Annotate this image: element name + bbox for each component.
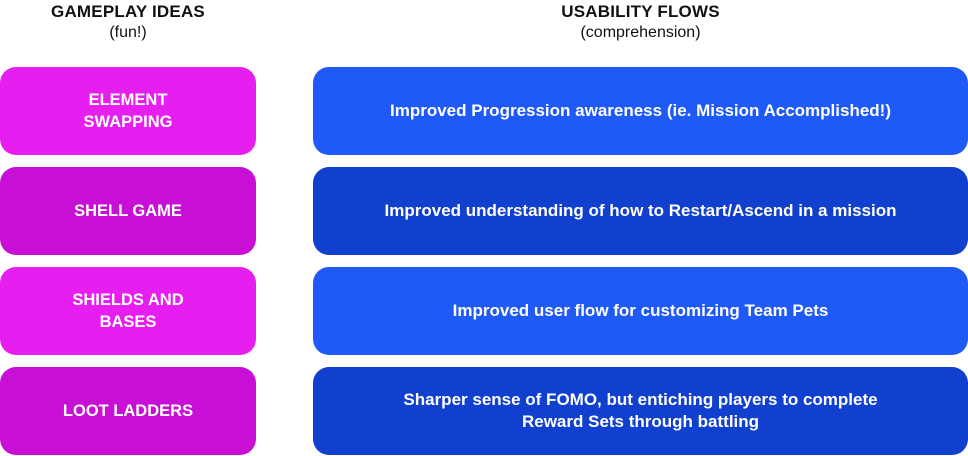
gameplay-idea-card: ELEMENT SWAPPING <box>0 67 256 155</box>
gameplay-idea-card: LOOT LADDERS <box>0 367 256 455</box>
usability-flows-header: USABILITY FLOWS (comprehension) <box>313 2 968 44</box>
gameplay-idea-label: SHIELDS AND BASES <box>72 291 184 331</box>
usability-flow-label: Improved understanding of how to Restart… <box>384 201 897 220</box>
gameplay-usability-diagram: GAMEPLAY IDEAS (fun!) USABILITY FLOWS (c… <box>0 0 968 456</box>
gameplay-idea-card: SHELL GAME <box>0 167 256 255</box>
gameplay-ideas-title: GAMEPLAY IDEAS <box>51 2 205 21</box>
usability-flow-card: Improved Progression awareness (ie. Miss… <box>313 67 968 155</box>
usability-flows-subtitle: (comprehension) <box>580 24 701 41</box>
usability-flow-card: Improved user flow for customizing Team … <box>313 267 968 355</box>
gameplay-idea-card: SHIELDS AND BASES <box>0 267 256 355</box>
gameplay-idea-label: SHELL GAME <box>74 202 182 220</box>
gameplay-ideas-subtitle: (fun!) <box>109 24 147 41</box>
usability-flow-card: Sharper sense of FOMO, but entiching pla… <box>313 367 968 455</box>
gameplay-ideas-header: GAMEPLAY IDEAS (fun!) <box>0 2 256 44</box>
gameplay-idea-label: ELEMENT SWAPPING <box>83 91 173 131</box>
usability-flow-label: Sharper sense of FOMO, but entiching pla… <box>403 390 878 431</box>
gameplay-idea-label: LOOT LADDERS <box>62 402 194 420</box>
usability-flow-label: Improved Progression awareness (ie. Miss… <box>389 101 891 120</box>
usability-flow-label: Improved user flow for customizing Team … <box>452 301 829 320</box>
usability-flow-card: Improved understanding of how to Restart… <box>313 167 968 255</box>
usability-flows-title: USABILITY FLOWS <box>561 2 720 21</box>
